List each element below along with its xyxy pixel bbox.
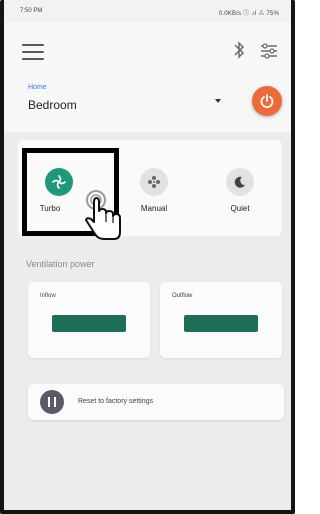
ventilation-power-title: Ventilation power: [26, 259, 95, 269]
mode-manual-label: Manual: [140, 204, 168, 213]
mode-manual-button[interactable]: Manual: [114, 140, 194, 236]
hamburger-menu-icon[interactable]: [22, 44, 44, 60]
inflow-power-button[interactable]: [52, 315, 126, 332]
power-icon: [260, 94, 274, 108]
moon-icon: [226, 168, 254, 196]
inflow-label: Inflow: [40, 293, 56, 299]
status-bar: 7:50 PM 0.0KB/s ⓘ .ıl ⁂ 75%: [4, 0, 291, 22]
reset-label: Reset to factory settings: [78, 398, 154, 405]
mode-turbo-label: Turbo: [39, 204, 61, 213]
status-indicators: 0.0KB/s ⓘ .ıl ⁂ 75%: [218, 11, 279, 17]
mode-turbo-button[interactable]: Turbo: [18, 140, 98, 236]
settings-sliders-icon[interactable]: [260, 43, 278, 59]
power-button[interactable]: [252, 86, 282, 116]
mode-quiet-label: Quiet: [230, 204, 250, 213]
bottom-empty-area: [4, 436, 291, 510]
home-label: Home: [28, 84, 47, 91]
outflow-card: Outflow: [160, 282, 282, 358]
mode-quiet-button[interactable]: Quiet: [200, 140, 280, 236]
outflow-label: Outflow: [172, 293, 193, 299]
inflow-card: Inflow: [28, 282, 150, 358]
app-header: Home Bedroom: [4, 22, 291, 132]
bluetooth-icon[interactable]: [232, 40, 246, 60]
pause-icon: [40, 390, 64, 414]
room-selector-value[interactable]: Bedroom: [28, 98, 77, 112]
room-dropdown-chevron-icon[interactable]: [214, 96, 224, 106]
turbo-icon: [45, 168, 73, 196]
reset-factory-settings-button[interactable]: Reset to factory settings: [28, 384, 284, 420]
phone-screen: 7:50 PM 0.0KB/s ⓘ .ıl ⁂ 75% Home Bedroom: [0, 0, 295, 514]
outflow-power-button[interactable]: [184, 315, 258, 332]
status-time: 7:50 PM: [20, 8, 43, 14]
mode-selector-card: Turbo Manual Quiet: [18, 140, 282, 236]
fan-icon: [140, 168, 168, 196]
